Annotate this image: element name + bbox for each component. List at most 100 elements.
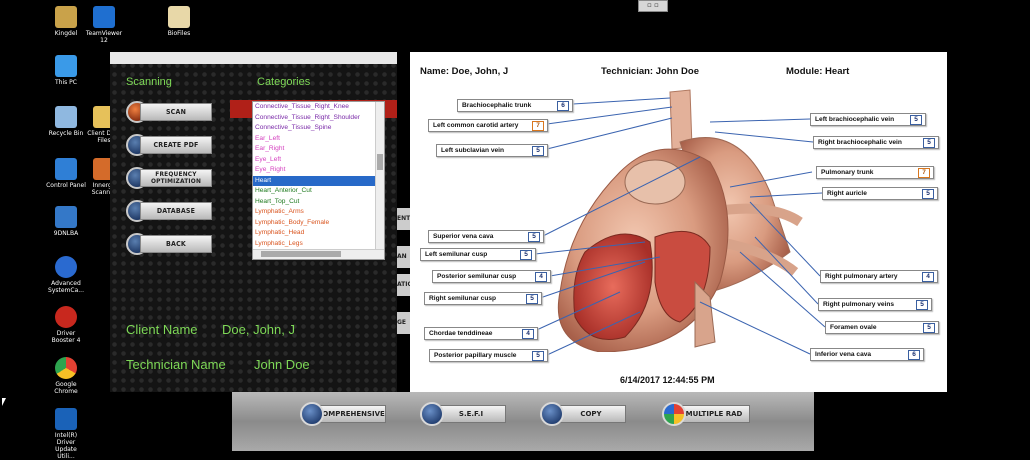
back-button[interactable]: BACK — [126, 233, 212, 255]
category-item[interactable]: Connective_Tissue_Right_Shoulder — [253, 113, 384, 124]
control-panel-icon — [55, 158, 77, 180]
label-text: Superior vena cava — [433, 233, 494, 240]
category-item[interactable]: Heart_Top_Cut — [253, 197, 384, 208]
desktop-icon-this-pc[interactable]: This PC — [46, 55, 86, 86]
panel-title-strip — [110, 52, 397, 64]
desktop-icon-label: Google Chrome — [54, 381, 78, 395]
category-item[interactable]: Lymphatic_Body_Female — [253, 218, 384, 229]
label-text: Left subclavian vein — [441, 147, 505, 154]
label-right-brachiocephalic-vein: Right brachiocephalic vein 5 — [813, 136, 939, 149]
create-pdf-button[interactable]: CREATE PDF — [126, 134, 212, 156]
category-item[interactable]: Lymphatic_Arms — [253, 207, 384, 218]
label-text: Right auricle — [827, 190, 867, 197]
label-score: 5 — [528, 232, 540, 242]
categories-vertical-scrollbar[interactable] — [375, 102, 384, 249]
multiple-rad-icon — [662, 402, 686, 426]
scrollbar-thumb[interactable] — [261, 251, 341, 257]
label-text: Posterior papillary muscle — [434, 352, 517, 359]
desktop-icon-label: Recycle Bin — [48, 130, 84, 137]
sefi-label: S.E.F.I — [436, 405, 506, 423]
label-score: 5 — [526, 294, 538, 304]
desktop-icon-kingdel[interactable]: Kingdel — [46, 6, 86, 37]
label-text: Foramen ovale — [830, 324, 877, 331]
desktop-icon-teamviewer[interactable]: TeamViewer 12 — [84, 6, 124, 44]
hidden-button-fragment[interactable]: GE — [397, 312, 410, 334]
label-left-semilunar-cusp: Left semilunar cusp 5 — [420, 248, 536, 261]
label-text: Right pulmonary artery — [825, 273, 898, 280]
window-restore-control[interactable]: ▫ ▫ — [638, 0, 668, 12]
desktop-icon-label: Control Panel — [46, 182, 86, 189]
desktop-icon-intel[interactable]: Intel(R) Driver Update Utili... — [46, 408, 86, 460]
client-name-value: Doe, John, J — [222, 322, 295, 337]
category-item[interactable]: Ear_Left — [253, 134, 384, 145]
desktop-icon-label: Driver Booster 4 — [51, 330, 81, 344]
heart-report-panel: Name: Doe, John, J Technician: John Doe … — [410, 52, 947, 392]
label-score: 4 — [535, 272, 547, 282]
label-score: 5 — [532, 351, 544, 361]
category-item[interactable]: Eye_Right — [253, 165, 384, 176]
desktop-icon-9dnlba[interactable]: 9DNLBA — [46, 206, 86, 237]
label-text: Left brachiocephalic vein — [815, 116, 895, 123]
desktop-icon-label: BioFiles — [167, 30, 191, 37]
category-item[interactable]: Connective_Tissue_Spine — [253, 123, 384, 134]
category-item[interactable]: Connective_Tissue_Right_Knee — [253, 102, 384, 113]
label-left-common-carotid-artery: Left common carotid artery 7 — [428, 119, 548, 132]
app-icon — [55, 206, 77, 228]
scan-button[interactable]: SCAN — [126, 101, 212, 123]
comprehensive-label: COMPREHENSIVE — [316, 405, 386, 423]
recycle-bin-icon — [55, 106, 77, 128]
label-posterior-papillary-muscle: Posterior papillary muscle 5 — [429, 349, 548, 362]
label-foramen-ovale: Foramen ovale 5 — [825, 321, 939, 334]
desktop-icon-advanced-systemcare[interactable]: Advanced SystemCa... — [46, 256, 86, 294]
label-score: 5 — [910, 115, 922, 125]
label-text: Right brachiocephalic vein — [818, 139, 902, 146]
desktop-icon-label: This PC — [55, 79, 77, 86]
driver-booster-icon — [55, 306, 77, 328]
label-text: Pulmonary trunk — [821, 169, 874, 176]
desktop-icon-label: Kingdel — [54, 30, 78, 37]
label-inferior-vena-cava: Inferior vena cava 6 — [810, 348, 924, 361]
label-posterior-semilunar-cusp: Posterior semilunar cusp 4 — [432, 270, 551, 283]
category-item[interactable]: Ear_Right — [253, 144, 384, 155]
label-text: Inferior vena cava — [815, 351, 872, 358]
desktop-icon-biofiles[interactable]: BioFiles — [159, 6, 199, 37]
hidden-button-fragment[interactable]: ATIO — [397, 274, 410, 296]
label-score: 5 — [520, 250, 532, 260]
scrollbar-thumb[interactable] — [377, 154, 383, 170]
mouse-cursor — [2, 398, 6, 406]
create-pdf-label: CREATE PDF — [140, 136, 212, 154]
sefi-icon — [420, 402, 444, 426]
label-text: Posterior semilunar cusp — [437, 273, 517, 280]
desktop-icon-label: Advanced SystemCa... — [48, 280, 84, 294]
label-score: 4 — [522, 329, 534, 339]
multiple-rad-label: MULTIPLE RAD — [678, 405, 750, 423]
category-item[interactable]: Heart_Anterior_Cut — [253, 186, 384, 197]
desktop-icon-chrome[interactable]: Google Chrome — [46, 357, 86, 395]
desktop-icon-control-panel[interactable]: Control Panel — [46, 158, 86, 189]
label-score: 7 — [532, 121, 544, 131]
label-left-brachiocephalic-vein: Left brachiocephalic vein 5 — [810, 113, 926, 126]
desktop-icon-recycle-bin[interactable]: Recycle Bin — [46, 106, 86, 137]
categories-horizontal-scrollbar[interactable] — [253, 249, 384, 259]
frequency-optimization-button[interactable]: FREQUENCY OPTIMIZATION — [126, 167, 212, 189]
report-datetime: 6/14/2017 12:44:55 PM — [620, 375, 715, 385]
label-text: Left common carotid artery — [433, 122, 519, 129]
category-item[interactable]: Heart — [253, 175, 384, 186]
label-superior-vena-cava: Superior vena cava 5 — [428, 230, 544, 243]
desktop-icon-driver-booster[interactable]: Driver Booster 4 — [46, 306, 86, 344]
category-item[interactable]: Lymphatic_Legs — [253, 239, 384, 250]
label-text: Brachiocephalic trunk — [462, 102, 532, 109]
database-button[interactable]: DATABASE — [126, 200, 212, 222]
scanning-heading: Scanning — [126, 76, 172, 88]
intel-icon — [55, 408, 77, 430]
category-item[interactable]: Eye_Left — [253, 155, 384, 166]
categories-list[interactable]: Connective_Tissue_Right_Knee Connective_T… — [252, 101, 385, 260]
chrome-icon — [55, 357, 77, 379]
hidden-button-fragment[interactable]: ENT — [397, 208, 410, 230]
optimization-line: OPTIMIZATION — [150, 177, 202, 185]
hidden-button-fragment[interactable]: AN — [397, 246, 410, 268]
label-text: Chordae tenddineae — [429, 330, 493, 337]
copy-label: COPY — [556, 405, 626, 423]
category-item[interactable]: Lymphatic_Head — [253, 228, 384, 239]
technician-name-label: Technician Name — [126, 357, 226, 372]
